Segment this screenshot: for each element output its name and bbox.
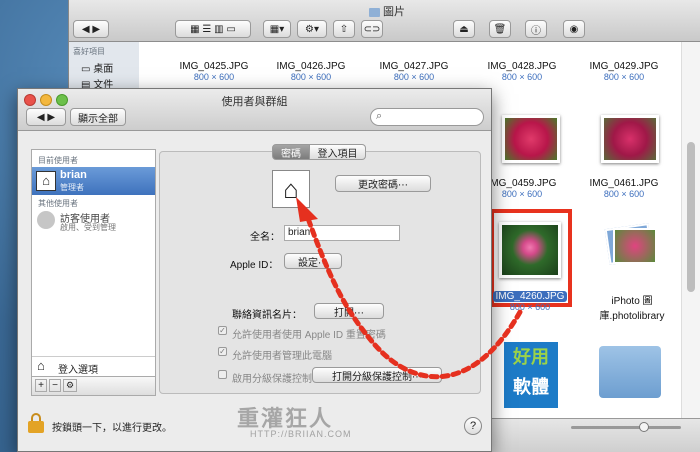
- annotation-arrow: [296, 197, 523, 380]
